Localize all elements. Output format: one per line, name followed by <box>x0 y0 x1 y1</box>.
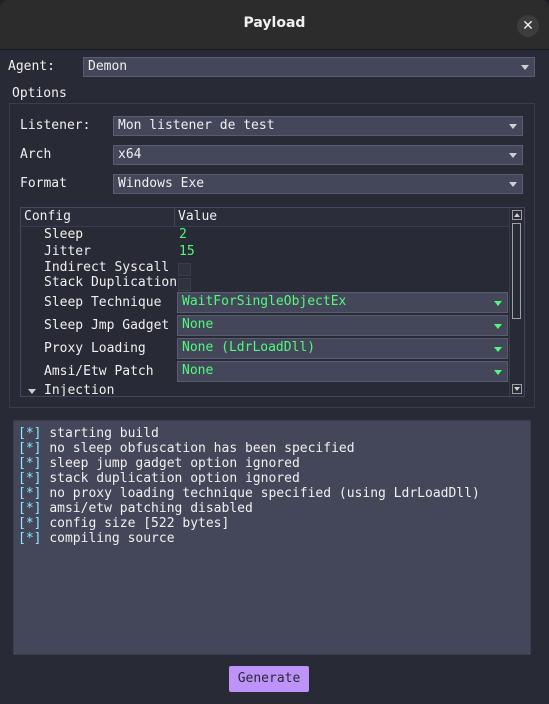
config-tree-header: Config Value <box>21 208 509 227</box>
format-select[interactable]: Windows Exe <box>113 174 523 194</box>
config-row-stack-duplication[interactable]: Stack Duplication <box>21 275 509 293</box>
scroll-down-icon[interactable] <box>512 384 522 394</box>
agent-label: Agent: <box>8 59 55 74</box>
format-label: Format <box>20 176 67 191</box>
sleep-technique-value: WaitForSingleObjectEx <box>182 294 347 309</box>
log-tag: [*] <box>18 516 42 531</box>
config-row-sleep[interactable]: Sleep 2 <box>21 227 509 245</box>
scroll-thumb[interactable] <box>512 223 521 319</box>
log-line: [*] no proxy loading technique specified… <box>18 486 526 501</box>
agent-select[interactable]: Demon <box>83 57 535 77</box>
log-tag: [*] <box>18 486 42 501</box>
log-line: [*] sleep jump gadget option ignored <box>18 456 526 471</box>
log-text: sleep jump gadget option ignored <box>49 456 300 471</box>
log-text: stack duplication option ignored <box>49 471 300 486</box>
sleep-jmp-gadget-select[interactable]: None <box>177 315 508 336</box>
format-value: Windows Exe <box>118 176 205 191</box>
log-tag: [*] <box>18 531 42 546</box>
log-text: no proxy loading technique specified (us… <box>49 486 480 501</box>
sleep-jmp-gadget-value: None <box>182 317 214 332</box>
dialog-title: Payload <box>243 15 306 31</box>
expand-caret-icon[interactable] <box>28 389 36 394</box>
listener-label: Listener: <box>20 118 91 133</box>
config-row-amsi-etw-patch[interactable]: Amsi/Etw Patch None <box>21 361 509 385</box>
config-key: Sleep Jmp Gadget <box>44 318 170 333</box>
log-line: [*] amsi/etw patching disabled <box>18 501 526 516</box>
config-key: Amsi/Etw Patch <box>44 364 154 379</box>
arch-label: Arch <box>20 147 52 162</box>
agent-value: Demon <box>88 59 128 74</box>
chevron-down-icon <box>494 301 502 306</box>
log-tag: [*] <box>18 471 42 486</box>
column-header-config[interactable]: Config <box>24 209 71 224</box>
proxy-loading-value: None (LdrLoadDll) <box>182 340 316 355</box>
config-row-sleep-jmp-gadget[interactable]: Sleep Jmp Gadget None <box>21 315 509 339</box>
close-icon: ✕ <box>522 18 534 34</box>
log-line: [*] starting build <box>18 426 526 441</box>
log-text: starting build <box>49 426 159 441</box>
config-key: Sleep Technique <box>44 295 162 310</box>
proxy-loading-select[interactable]: None (LdrLoadDll) <box>177 338 508 359</box>
log-line: [*] config size [522 bytes] <box>18 516 526 531</box>
log-tag: [*] <box>18 441 42 456</box>
close-button[interactable]: ✕ <box>517 15 539 37</box>
sleep-value[interactable]: 2 <box>179 227 187 242</box>
chevron-down-icon <box>521 65 529 70</box>
chevron-down-icon <box>509 124 517 129</box>
log-text: amsi/etw patching disabled <box>49 501 253 516</box>
jitter-value[interactable]: 15 <box>179 244 195 259</box>
chevron-down-icon <box>494 370 502 375</box>
column-header-value[interactable]: Value <box>178 209 217 224</box>
config-row-proxy-loading[interactable]: Proxy Loading None (LdrLoadDll) <box>21 338 509 362</box>
arch-select[interactable]: x64 <box>113 145 523 165</box>
payload-dialog: Payload ✕ Agent: Demon Options Listener:… <box>0 0 549 704</box>
chevron-down-icon <box>494 347 502 352</box>
config-key: Sleep <box>44 227 84 242</box>
log-tag: [*] <box>18 456 42 471</box>
config-key: Proxy Loading <box>44 341 146 356</box>
config-row-injection[interactable]: Injection <box>21 383 509 397</box>
config-key: Indirect Syscall <box>44 260 170 275</box>
chevron-down-icon <box>509 153 517 158</box>
log-line: [*] compiling source <box>18 531 526 546</box>
sleep-technique-select[interactable]: WaitForSingleObjectEx <box>177 292 508 313</box>
config-row-sleep-technique[interactable]: Sleep Technique WaitForSingleObjectEx <box>21 292 509 316</box>
log-line: [*] no sleep obfuscation has been specif… <box>18 441 526 456</box>
config-scrollbar[interactable] <box>509 208 524 396</box>
log-tag: [*] <box>18 426 42 441</box>
config-key: Injection <box>44 383 115 397</box>
amsi-etw-patch-select[interactable]: None <box>177 361 508 382</box>
options-title: Options <box>12 86 67 101</box>
log-text: compiling source <box>49 531 175 546</box>
config-key: Stack Duplication <box>44 275 178 290</box>
build-log-console[interactable]: [*] starting build [*] no sleep obfuscati… <box>13 420 531 655</box>
chevron-down-icon <box>494 324 502 329</box>
log-line: [*] stack duplication option ignored <box>18 471 526 486</box>
listener-select[interactable]: Mon listener de test <box>113 116 523 136</box>
stack-duplication-checkbox[interactable] <box>178 278 191 291</box>
log-text: config size [522 bytes] <box>49 516 230 531</box>
config-key: Jitter <box>44 244 91 259</box>
title-bar: Payload ✕ <box>0 0 549 50</box>
listener-value: Mon listener de test <box>118 118 275 133</box>
config-tree[interactable]: Config Value Sleep 2 Jitter 15 Indirect … <box>20 207 525 397</box>
log-tag: [*] <box>18 501 42 516</box>
chevron-down-icon <box>509 182 517 187</box>
scroll-up-icon[interactable] <box>512 210 522 220</box>
amsi-etw-patch-value: None <box>182 363 214 378</box>
arch-value: x64 <box>118 147 142 162</box>
log-text: no sleep obfuscation has been specified <box>49 441 355 456</box>
column-divider <box>174 208 175 226</box>
generate-button[interactable]: Generate <box>229 666 309 692</box>
